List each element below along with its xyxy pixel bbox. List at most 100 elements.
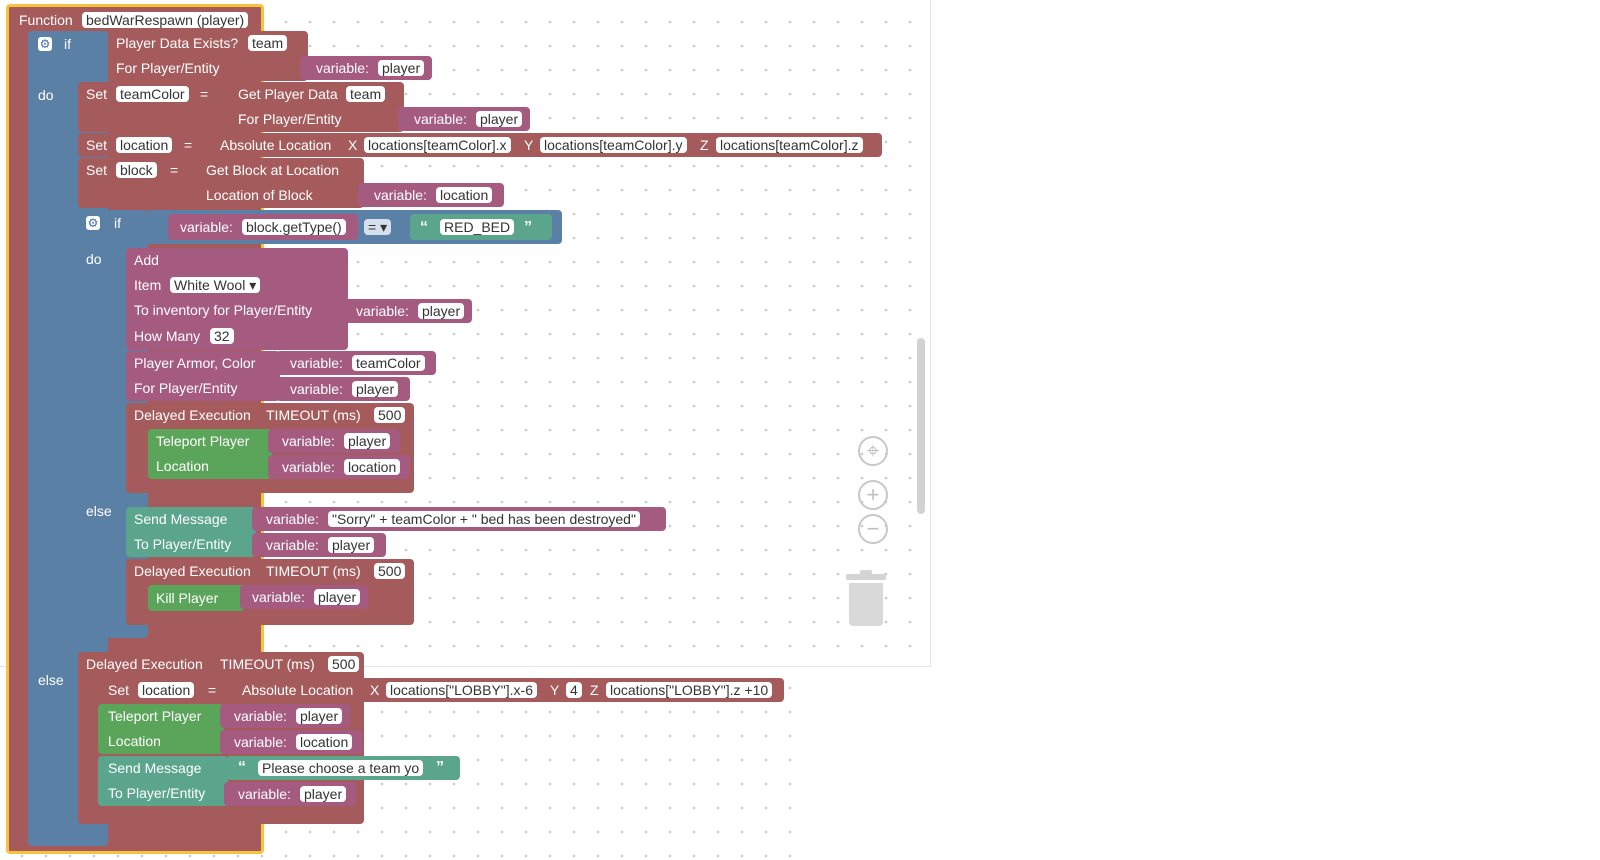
set-variable-field[interactable]: location: [138, 682, 195, 698]
variable-name-field[interactable]: player: [476, 111, 523, 127]
how-many-field[interactable]: 32: [210, 328, 234, 344]
z-value-field[interactable]: locations[teamColor].z: [716, 137, 863, 153]
add-item-block[interactable]: Add Item White Wool ▾ To inventory for P…: [126, 248, 348, 350]
variable-block[interactable]: variable: location: [268, 455, 410, 479]
variable-name-field[interactable]: player: [296, 708, 343, 724]
variable-name-field[interactable]: location: [296, 734, 353, 750]
teleport-player-label: Teleport Player: [156, 433, 250, 449]
set-variable-field[interactable]: block: [116, 162, 157, 178]
string-block[interactable]: “ RED_BED ”: [410, 214, 552, 240]
zoom-in-button[interactable]: +: [858, 480, 888, 510]
timeout-field[interactable]: 500: [328, 656, 360, 672]
gear-icon[interactable]: ⚙: [86, 216, 100, 230]
function-name-field[interactable]: bedWarRespawn (player): [82, 12, 249, 28]
variable-name-field[interactable]: location: [436, 187, 493, 203]
trash-icon[interactable]: [846, 570, 886, 628]
variable-prefix: variable:: [234, 734, 287, 750]
compare-block[interactable]: variable: block.getType() = ▾ “ RED_BED …: [148, 210, 562, 244]
variable-prefix: variable:: [266, 537, 319, 553]
variable-block[interactable]: variable: block.getType(): [168, 214, 358, 240]
recenter-button[interactable]: ⌖: [858, 436, 888, 466]
player-armor-block[interactable]: Player Armor, Color For Player/Entity: [126, 351, 280, 401]
variable-block[interactable]: variable: player: [268, 429, 400, 453]
variable-prefix: variable:: [356, 303, 409, 319]
variable-name-field[interactable]: player: [300, 786, 347, 802]
variable-name-field[interactable]: player: [418, 303, 465, 319]
absolute-location-label: Absolute Location: [242, 682, 354, 698]
get-block-at-location-block[interactable]: Get Block at Location Location of Block: [192, 158, 364, 208]
variable-name-field[interactable]: player: [344, 433, 391, 449]
if-label: if: [114, 215, 121, 231]
variable-block[interactable]: variable: teamColor: [276, 351, 436, 375]
zoom-out-button[interactable]: −: [858, 514, 888, 544]
set-variable-field[interactable]: teamColor: [116, 86, 189, 102]
set-label: Set: [86, 137, 108, 153]
variable-prefix: variable:: [266, 511, 319, 527]
variable-name-field[interactable]: teamColor: [352, 355, 425, 371]
x-label: X: [370, 682, 380, 698]
variable-block[interactable]: variable: player: [252, 533, 386, 557]
timeout-label: TIMEOUT (ms): [266, 563, 361, 579]
variable-name-field[interactable]: block.getType(): [242, 219, 346, 235]
set-teamcolor-block[interactable]: Set teamColor =: [78, 82, 224, 132]
vertical-scrollbar[interactable]: [917, 338, 925, 514]
variable-name-field[interactable]: player: [314, 589, 361, 605]
variable-block[interactable]: variable: player: [398, 107, 530, 131]
close-quote-icon: ”: [436, 759, 444, 776]
data-key-field[interactable]: team: [248, 35, 288, 51]
variable-block[interactable]: variable: player: [224, 782, 356, 806]
teleport-player-block[interactable]: Teleport Player Location: [148, 429, 272, 479]
variable-name-field[interactable]: location: [344, 459, 401, 475]
y-value-field[interactable]: 4: [566, 682, 582, 698]
send-message-block[interactable]: Send Message To Player/Entity: [126, 507, 256, 557]
delayed-execution-label: Delayed Execution: [86, 656, 203, 672]
variable-block[interactable]: variable: player: [240, 585, 368, 609]
variable-block[interactable]: variable: player: [342, 299, 472, 323]
x-value-field[interactable]: locations[teamColor].x: [364, 137, 511, 153]
item-dropdown[interactable]: White Wool ▾: [170, 277, 261, 293]
variable-block[interactable]: variable: location: [220, 730, 362, 754]
set-location-block[interactable]: Set location =: [98, 678, 232, 702]
variable-name-field[interactable]: player: [352, 381, 399, 397]
gear-icon[interactable]: ⚙: [38, 37, 52, 51]
recenter-icon: ⌖: [866, 438, 880, 463]
kill-player-label: Kill Player: [156, 590, 219, 606]
variable-name-field[interactable]: player: [378, 60, 425, 76]
variable-block[interactable]: variable: player: [220, 704, 350, 728]
variable-prefix: variable:: [414, 111, 467, 127]
send-message-block[interactable]: Send Message To Player/Entity: [98, 756, 228, 806]
absolute-location-block[interactable]: Absolute Location X locations[teamColor]…: [206, 133, 882, 157]
x-value-field[interactable]: locations["LOBBY"].x-6: [386, 682, 538, 698]
absolute-location-block[interactable]: Absolute Location X locations["LOBBY"].x…: [228, 678, 784, 702]
z-value-field[interactable]: locations["LOBBY"].z +10: [606, 682, 773, 698]
get-block-label: Get Block at Location: [206, 162, 340, 178]
operator-dropdown[interactable]: = ▾: [364, 219, 392, 235]
variable-block[interactable]: variable: "Sorry" + teamColor + " bed ha…: [252, 507, 666, 531]
kill-player-block[interactable]: Kill Player: [148, 585, 244, 611]
timeout-field[interactable]: 500: [374, 563, 406, 579]
string-value-field[interactable]: RED_BED: [440, 219, 515, 235]
variable-block[interactable]: variable: player: [300, 56, 432, 80]
variable-name-field[interactable]: "Sorry" + teamColor + " bed has been des…: [328, 511, 640, 527]
string-block[interactable]: “ Please choose a team yo ”: [226, 756, 460, 780]
set-variable-field[interactable]: location: [116, 137, 173, 153]
get-player-data-label: Get Player Data: [238, 86, 338, 102]
timeout-field[interactable]: 500: [374, 407, 406, 423]
timeout-label: TIMEOUT (ms): [266, 407, 361, 423]
location-of-block-label: Location of Block: [206, 187, 313, 203]
player-armor-label: Player Armor, Color: [134, 355, 256, 371]
variable-name-field[interactable]: player: [328, 537, 375, 553]
player-data-exists-block[interactable]: Player Data Exists? team For Player/Enti…: [108, 31, 308, 81]
variable-prefix: variable:: [290, 381, 343, 397]
set-location-block[interactable]: Set location =: [78, 133, 208, 157]
variable-block[interactable]: variable: player: [276, 377, 410, 401]
string-value-field[interactable]: Please choose a team yo: [258, 760, 424, 776]
y-value-field[interactable]: locations[teamColor].y: [540, 137, 687, 153]
teleport-player-block[interactable]: Teleport Player Location: [98, 704, 224, 754]
set-label: Set: [86, 86, 108, 102]
set-block-block[interactable]: Set block =: [78, 158, 194, 208]
get-player-data-block[interactable]: Get Player Data team For Player/Entity: [224, 82, 404, 132]
data-key-field[interactable]: team: [346, 86, 386, 102]
variable-block[interactable]: variable: location: [358, 183, 504, 207]
zoom-in-icon: +: [866, 482, 880, 507]
